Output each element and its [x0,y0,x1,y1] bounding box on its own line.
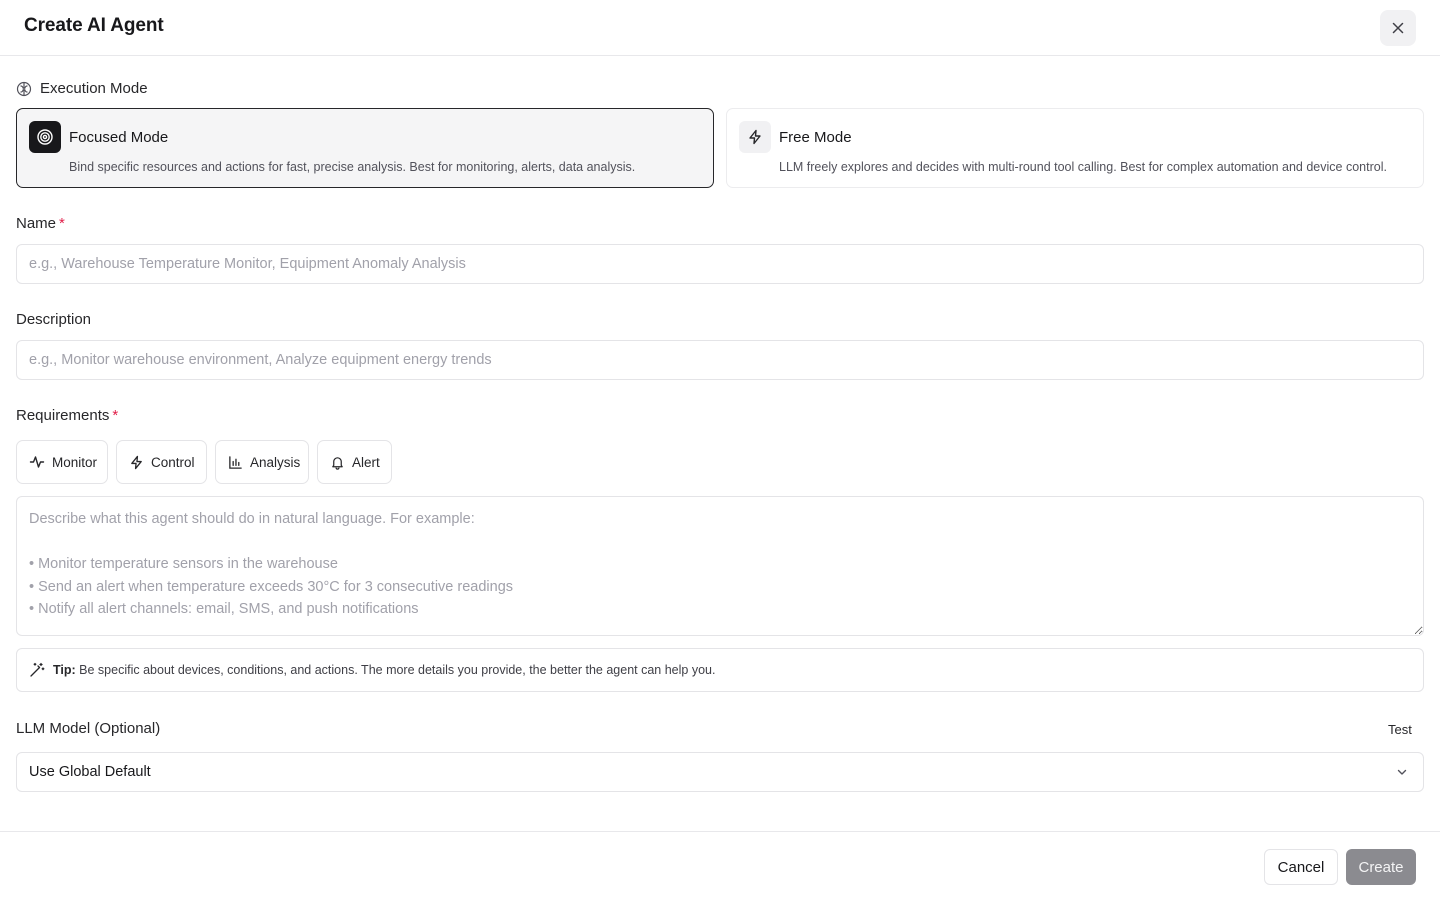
tip-prefix: Tip: [53,663,76,677]
free-mode-title: Free Mode [779,129,852,146]
tip-body: Be specific about devices, conditions, a… [79,663,716,677]
requirements-textarea[interactable] [16,496,1424,636]
focused-mode-title: Focused Mode [69,129,169,146]
activity-icon [29,454,45,470]
focused-mode-description: Bind specific resources and actions for … [69,160,636,174]
dialog-footer: Cancel Create [0,831,1440,900]
cancel-button[interactable]: Cancel [1264,849,1338,885]
name-label: Name * [16,215,65,232]
monitor-chip[interactable]: Monitor [16,440,108,484]
alert-chip[interactable]: Alert [317,440,392,484]
free-mode-description: LLM freely explores and decides with mul… [779,160,1387,174]
control-chip-label: Control [151,454,195,470]
alert-chip-label: Alert [352,454,380,470]
dialog-header: Create AI Agent [0,0,1440,56]
required-marker: * [112,407,119,424]
tip-text: Tip: Be specific about devices, conditio… [53,663,715,677]
close-icon [1390,20,1406,36]
name-label-text: Name [16,215,57,232]
free-mode-card[interactable]: Free Mode LLM freely explores and decide… [726,108,1424,188]
dialog-title: Create AI Agent [24,15,164,36]
bell-icon [330,455,345,470]
requirements-label: Requirements * [16,407,118,424]
brain-icon [16,81,32,97]
close-button[interactable] [1380,10,1416,46]
required-marker: * [59,215,65,232]
focused-mode-card[interactable]: Focused Mode Bind specific resources and… [16,108,714,188]
test-button[interactable]: Test [1388,722,1412,737]
name-input[interactable] [16,244,1424,284]
tip-box: Tip: Be specific about devices, conditio… [16,648,1424,692]
description-label: Description [16,311,92,328]
lightning-icon [129,455,144,470]
lightning-icon [739,121,771,153]
create-button[interactable]: Create [1346,849,1416,885]
control-chip[interactable]: Control [116,440,207,484]
execution-mode-label: Execution Mode [16,80,148,97]
analysis-chip[interactable]: Analysis [215,440,309,484]
description-input[interactable] [16,340,1424,380]
execution-mode-label-text: Execution Mode [40,80,148,97]
bar-chart-icon [228,455,243,470]
target-icon [29,121,61,153]
llm-model-label: LLM Model (Optional) [16,720,161,737]
magic-wand-icon [29,662,45,678]
analysis-chip-label: Analysis [250,454,301,470]
monitor-chip-label: Monitor [52,454,98,470]
requirements-label-text: Requirements [16,407,110,424]
chevron-down-icon [1395,765,1409,779]
llm-model-select[interactable]: Use Global Default [16,752,1424,792]
llm-model-selected-value: Use Global Default [29,764,151,780]
